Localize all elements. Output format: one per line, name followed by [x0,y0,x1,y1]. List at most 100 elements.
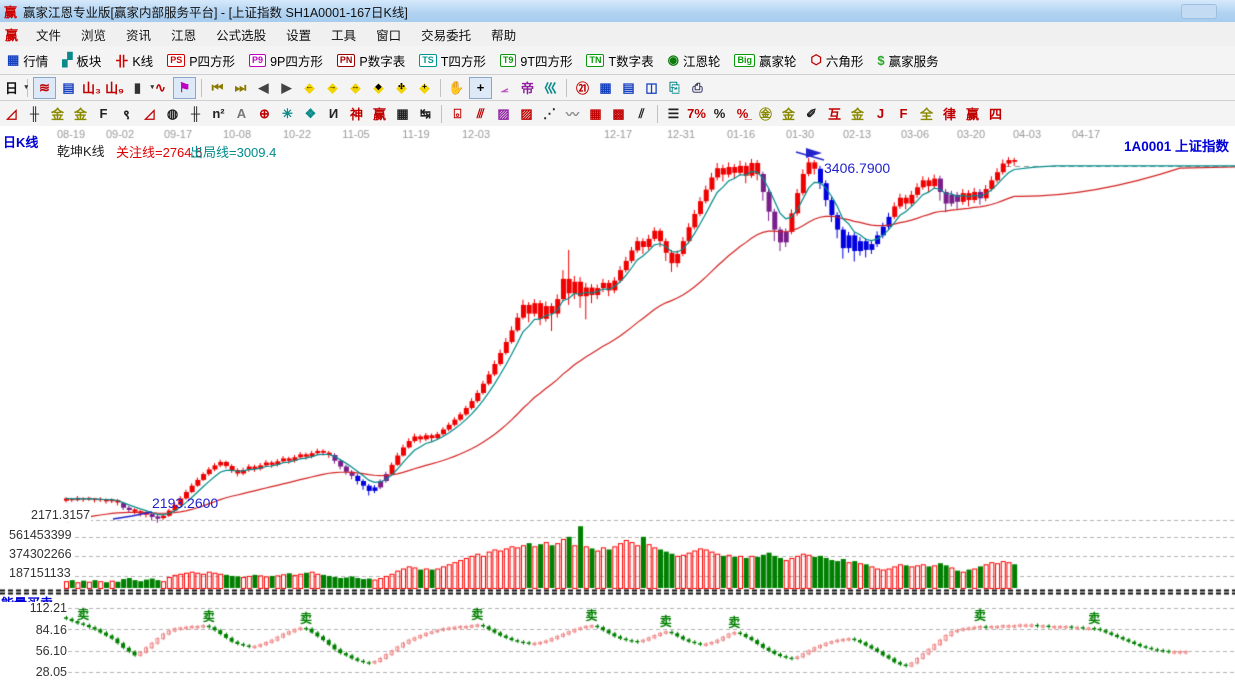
draw-ying-levels-icon[interactable]: 赢 [369,104,390,124]
draw-hu-tool-icon[interactable]: 互 [824,104,845,124]
draw-gold-under-icon[interactable]: 金 [847,104,868,124]
nav-last-bar-icon[interactable]: ⏭ [230,78,251,98]
kline-chart-canvas[interactable] [0,126,1235,681]
nav-diamond-left-icon[interactable]: ◆← [299,78,320,98]
draw-percent-lines-icon[interactable]: %̲ [732,104,753,124]
draw-brush-icon[interactable]: ✐ [801,104,822,124]
tool-t-square-button[interactable]: TST四方形 [416,49,489,72]
nav-diamond-right-icon[interactable]: ◆→ [322,78,343,98]
menu-item-formula-pick[interactable]: 公式选股 [206,22,276,47]
draw-grid-ticks-icon[interactable]: ╫ [24,104,45,124]
draw-compass-2-icon[interactable]: ◿ [139,104,160,124]
nav-chart-flag-icon[interactable]: ⚑ [173,77,196,99]
draw-spiral-icon[interactable]: ९ [116,104,137,124]
nav-crosshair-icon[interactable]: + [469,77,492,99]
quotes-label: 行情 [23,51,48,70]
nav-info-document-icon[interactable]: ▤ [58,78,79,98]
draw-percent-icon[interactable]: % [709,104,730,124]
nav-hand-pan-icon[interactable]: ✋ [446,78,467,98]
draw-grid-ticks-2-icon[interactable]: ╫ [185,104,206,124]
nav-save-icon[interactable]: ◫ [641,78,662,98]
tool-9t-square-button[interactable]: T99T四方形 [497,49,576,72]
draw-crosshair-circle-icon[interactable]: ⊕ [254,104,275,124]
tool-quotes-button[interactable]: ▦行情 [4,49,51,72]
draw-zigzag-lines-icon[interactable]: 〰 [562,104,583,124]
draw-angle-compass-icon[interactable]: ◿ [1,104,22,124]
draw-shaded-box-2-icon[interactable]: ▨ [516,104,537,124]
menu-item-trade-entrust[interactable]: 交易委托 [411,22,481,47]
draw-star-web-icon[interactable]: ✳ [277,104,298,124]
nav-gann-emperor-tool-icon[interactable]: 帝 [517,78,538,98]
draw-gold-ratio-2-icon[interactable]: 金 [70,104,91,124]
draw-si-line-icon[interactable]: 四 [985,104,1006,124]
tool-p-square-button[interactable]: PSP四方形 [164,49,238,72]
draw-percent-7-icon[interactable]: 7% [686,104,707,124]
nav-candle-style-icon[interactable]: ▮▾ [127,78,148,98]
nav-diamond-center-icon[interactable]: ◆◆ [368,78,389,98]
nav-zigzag-pattern-icon[interactable]: ∿ [150,78,171,98]
nav-maze-tool-icon[interactable]: 巛 [540,78,561,98]
nav-calculator-icon[interactable]: ▦ [595,78,616,98]
draw-cycle-gauge-icon[interactable]: ◍ [162,104,183,124]
draw-grid-fill-icon[interactable]: ▩ [608,104,629,124]
draw-quan-line-icon[interactable]: 全 [916,104,937,124]
nav-period-selector-icon[interactable]: 日▾ [1,78,22,98]
menu-item-help[interactable]: 帮助 [481,22,526,47]
draw-shaded-box-icon[interactable]: ▨ [493,104,514,124]
menu-item-browse[interactable]: 浏览 [71,22,116,47]
toolbar-nav: 日▾≋▤山₃山₉▮▾∿⚑⏮⏭◀▶◆←◆→◆↔◆◆◆✣◆+✋+⦟帝巛㉑▦▤◫⎘⎙ [0,75,1235,101]
menu-item-settings[interactable]: 设置 [276,22,321,47]
menu-item-window[interactable]: 窗口 [366,22,411,47]
nav-diamond-4way-icon[interactable]: ◆✣ [391,78,412,98]
nav-print-icon[interactable]: ⎙ [687,78,708,98]
nav-prev-bar-icon[interactable]: ◀ [253,78,274,98]
nav-bars-3-icon[interactable]: 山₃ [81,78,102,98]
nav-bars-9-icon[interactable]: 山₉ [104,78,125,98]
nav-diamond-plus-icon[interactable]: ◆+ [414,78,435,98]
tool-t-number-table-button[interactable]: TNT数字表 [583,49,656,72]
tool-winner-service-button[interactable]: $赢家服务 [874,49,941,72]
draw-angle-a-icon[interactable]: A [231,104,252,124]
nav-zoom-area-icon[interactable]: ≋ [33,77,56,99]
nav-diamond-expand-icon[interactable]: ◆↔ [345,78,366,98]
draw-width-arrows-icon[interactable]: ↹ [415,104,436,124]
draw-f-line-icon[interactable]: F [893,104,914,124]
menu-item-file[interactable]: 文件 [26,22,71,47]
tool-p-number-table-button[interactable]: PNP数字表 [334,49,408,72]
draw-shen-levels-icon[interactable]: 神 [346,104,367,124]
nav-angle-measure-icon[interactable]: ⦟ [494,78,515,98]
draw-gold-circle-icon[interactable]: ㊎ [755,104,776,124]
draw-ying-line-icon[interactable]: 赢 [962,104,983,124]
tool-winner-wheel-button[interactable]: Big赢家轮 [731,49,799,72]
window-controls[interactable] [1181,4,1217,19]
draw-web-square-icon[interactable]: ❖ [300,104,321,124]
nav-first-bar-icon[interactable]: ⏮ [207,78,228,98]
tool-hexagon-button[interactable]: ⬡六角形 [808,49,867,72]
draw-wave-n-icon[interactable]: И [323,104,344,124]
draw-box-tool-icon[interactable]: ⌻ [447,104,468,124]
nav-export-web-icon[interactable]: ⎘ [664,78,685,98]
draw-trend-lines-icon[interactable]: ⋰ [539,104,560,124]
draw-fib-levels-icon[interactable]: F [93,104,114,124]
draw-ray-fan-icon[interactable]: ⫻ [470,104,491,124]
draw-grid-red-icon[interactable]: ▦ [585,104,606,124]
tool-gann-wheel-button[interactable]: ◉江恩轮 [665,49,724,72]
draw-gold-ratio-1-icon[interactable]: 金 [47,104,68,124]
nav-calendar-icon[interactable]: ㉑ [572,78,593,98]
draw-lv-line-icon[interactable]: 律 [939,104,960,124]
tool-9p-square-button[interactable]: P99P四方形 [246,49,326,72]
menu-item-news[interactable]: 资讯 [116,22,161,47]
tool-kline-button[interactable]: 卝K线 [112,49,156,72]
indicator-axis-label: 84.16 [0,624,68,637]
menu-item-tools[interactable]: 工具 [321,22,366,47]
draw-grid-123-icon[interactable]: ▦ [392,104,413,124]
draw-gold-line-icon[interactable]: 金 [778,104,799,124]
nav-notes-icon[interactable]: ▤ [618,78,639,98]
tool-sectors-button[interactable]: ▞板块 [59,49,104,72]
menu-item-gann[interactable]: 江恩 [161,22,206,47]
draw-parallel-lines-icon[interactable]: ⫽ [631,104,652,124]
draw-price-bars-icon[interactable]: ☰ [663,104,684,124]
draw-n-square-icon[interactable]: n² [208,104,229,124]
nav-next-bar-icon[interactable]: ▶ [276,78,297,98]
draw-j-line-icon[interactable]: J [870,104,891,124]
